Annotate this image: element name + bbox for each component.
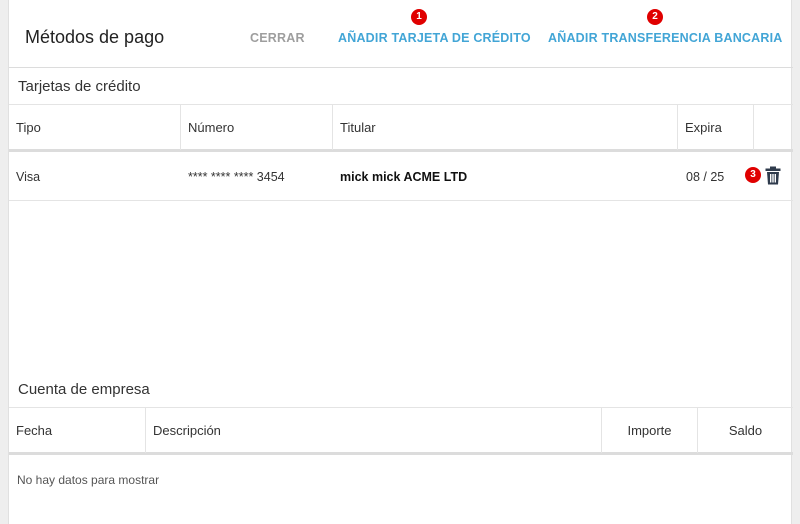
company-account-table-header: Fecha Descripción Importe Saldo [9,407,793,455]
page-title: Métodos de pago [25,27,165,47]
add-bank-transfer-button[interactable]: AÑADIR TRANSFERENCIA BANCARIA [548,31,783,45]
column-header-saldo[interactable]: Saldo [698,408,793,453]
column-header-expira[interactable]: Expira [678,105,754,150]
column-header-numero[interactable]: Número [181,105,333,150]
column-header-titular[interactable]: Titular [333,105,678,150]
add-credit-card-button[interactable]: AÑADIR TARJETA DE CRÉDITO [338,31,531,45]
card-expiry: 08 / 25 [686,170,725,184]
marker-badge-2: 2 [647,9,663,25]
dialog-header: Métodos de pago CERRAR AÑADIR TARJETA DE… [9,0,793,68]
marker-badge-1: 1 [411,9,427,25]
column-header-descripcion[interactable]: Descripción [146,408,602,453]
column-header-importe[interactable]: Importe [602,408,698,453]
card-number: **** **** **** 3454 [188,170,285,184]
column-header-fecha[interactable]: Fecha [9,408,146,453]
table-row[interactable]: Visa **** **** **** 3454 mick mick ACME … [9,152,793,201]
payment-methods-panel: Métodos de pago CERRAR AÑADIR TARJETA DE… [8,0,793,524]
credit-cards-section-title: Tarjetas de crédito [18,78,141,95]
card-holder: mick mick ACME LTD [340,170,468,184]
close-button[interactable]: CERRAR [250,31,305,45]
trash-icon[interactable] [765,166,781,185]
company-account-section-title: Cuenta de empresa [18,381,150,398]
column-header-actions [754,105,793,150]
marker-badge-3: 3 [745,167,761,183]
column-header-tipo[interactable]: Tipo [9,105,181,150]
credit-cards-table-header: Tipo Número Titular Expira [9,104,793,152]
empty-table-message: No hay datos para mostrar [17,473,160,487]
card-type: Visa [16,170,41,184]
